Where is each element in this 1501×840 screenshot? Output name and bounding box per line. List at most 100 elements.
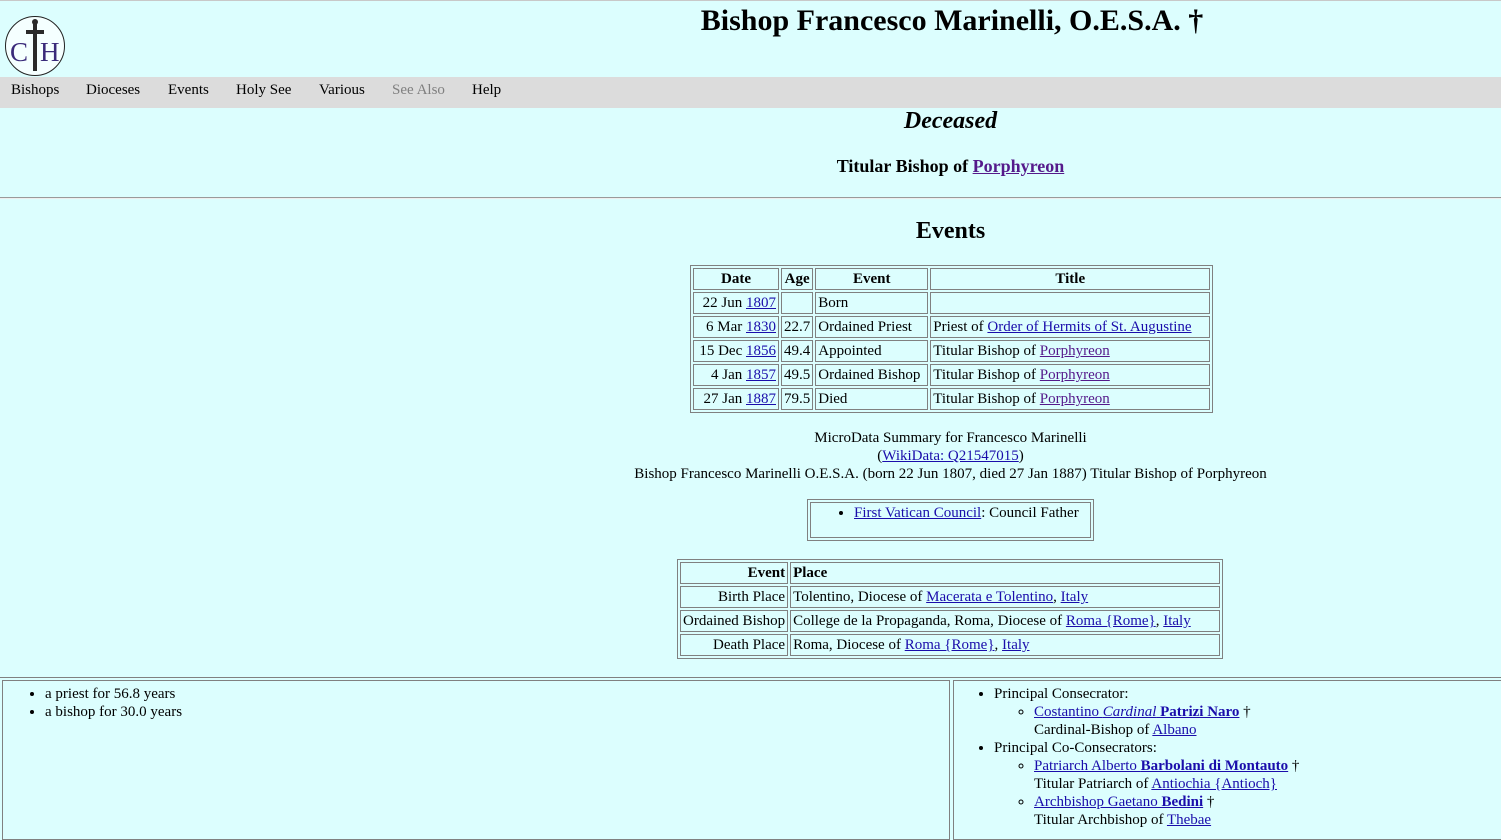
council-list: First Vatican Council: Council Father bbox=[811, 503, 1090, 522]
events-table: Date Age Event Title 22 Jun 1807 Born 6 … bbox=[690, 265, 1214, 413]
country-link[interactable]: Italy bbox=[1061, 589, 1089, 605]
event-name: Ordained Bishop bbox=[815, 364, 929, 386]
title-prefix: Priest of bbox=[933, 319, 988, 335]
co-consecrator-see-link[interactable]: Thebae bbox=[1167, 812, 1211, 828]
year-link[interactable]: 1857 bbox=[746, 367, 776, 383]
menu-bishops[interactable]: Bishops bbox=[11, 82, 59, 99]
table-row: 4 Jan 1857 49.5 Ordained Bishop Titular … bbox=[693, 364, 1211, 386]
table-row: 15 Dec 1856 49.4 Appointed Titular Bisho… bbox=[693, 340, 1211, 362]
bottom-section: a priest for 56.8 years a bishop for 30.… bbox=[0, 677, 1501, 840]
co-consecrator-first-name: Patriarch Alberto bbox=[1034, 758, 1141, 774]
date-text: 4 Jan bbox=[711, 367, 746, 383]
list-item: Archbishop Gaetano Bedini † Titular Arch… bbox=[1034, 793, 1501, 829]
site-logo[interactable]: C H bbox=[5, 16, 65, 76]
consecrator-link[interactable]: Costantino Cardinal Patrizi Naro bbox=[1034, 704, 1239, 720]
diocese-link[interactable]: Roma {Rome} bbox=[1066, 613, 1156, 629]
title-prefix: Titular Bishop of bbox=[933, 343, 1040, 359]
consecrator-first-name: Costantino bbox=[1034, 704, 1103, 720]
country-link[interactable]: Italy bbox=[1002, 637, 1030, 653]
title-link[interactable]: Porphyreon bbox=[1040, 367, 1110, 383]
svg-text:C: C bbox=[10, 37, 28, 67]
event-name: Born bbox=[815, 292, 929, 314]
menu-various[interactable]: Various bbox=[319, 82, 365, 99]
event-name: Appointed bbox=[815, 340, 929, 362]
consecrator-see-link[interactable]: Albano bbox=[1152, 722, 1196, 738]
titular-see-link[interactable]: Porphyreon bbox=[973, 156, 1065, 176]
year-link[interactable]: 1887 bbox=[746, 391, 776, 407]
events-heading: Events bbox=[915, 218, 986, 244]
title-link[interactable]: Porphyreon bbox=[1040, 391, 1110, 407]
event-title bbox=[930, 292, 1211, 314]
menu-see-also[interactable]: See Also bbox=[392, 82, 445, 99]
list-item: Costantino Cardinal Patrizi Naro † Cardi… bbox=[1034, 703, 1501, 739]
date-text: 27 Jan bbox=[703, 391, 746, 407]
year-link[interactable]: 1856 bbox=[746, 343, 776, 359]
wikidata-link[interactable]: WikiData: Q21547015 bbox=[882, 448, 1018, 464]
places-table: Event Place Birth Place Tolentino, Dioce… bbox=[677, 559, 1224, 659]
dagger-mark: † bbox=[1239, 704, 1251, 720]
microdata-description: Bishop Francesco Marinelli O.E.S.A. (bor… bbox=[634, 466, 1267, 482]
title-prefix: Titular Bishop of bbox=[933, 391, 1040, 407]
event-date: 22 Jun 1807 bbox=[693, 292, 779, 314]
col-date: Date bbox=[693, 268, 779, 290]
title-link[interactable]: Order of Hermits of St. Augustine bbox=[987, 319, 1191, 335]
council-role: : Council Father bbox=[981, 505, 1079, 521]
col-event: Event bbox=[680, 562, 789, 584]
place-value: Roma, Diocese of Roma {Rome}, Italy bbox=[790, 634, 1221, 656]
council-box: First Vatican Council: Council Father bbox=[807, 499, 1094, 541]
principal-consecrator-sublist: Costantino Cardinal Patrizi Naro † Cardi… bbox=[994, 703, 1501, 739]
year-link[interactable]: 1830 bbox=[746, 319, 776, 335]
table-row: 22 Jun 1807 Born bbox=[693, 292, 1211, 314]
country-link[interactable]: Italy bbox=[1163, 613, 1191, 629]
co-consecrators-item: Principal Co-Consecrators: Patriarch Alb… bbox=[994, 739, 1501, 829]
date-text: 15 Dec bbox=[699, 343, 746, 359]
co-consecrator-see-link[interactable]: Antiochia {Antioch} bbox=[1151, 776, 1277, 792]
event-date: 15 Dec 1856 bbox=[693, 340, 779, 362]
titular-prefix: Titular Bishop of bbox=[836, 156, 973, 176]
council-link[interactable]: First Vatican Council bbox=[854, 505, 981, 521]
co-consecrator-surname: Bedini bbox=[1161, 794, 1204, 810]
paren-close: ) bbox=[1018, 448, 1024, 464]
year-link[interactable]: 1807 bbox=[746, 295, 776, 311]
event-date: 4 Jan 1857 bbox=[693, 364, 779, 386]
consecrators-panel: Principal Consecrator: Costantino Cardin… bbox=[953, 680, 1501, 840]
col-place: Place bbox=[790, 562, 1221, 584]
principal-consecrator-label: Principal Consecrator: bbox=[994, 686, 1129, 702]
list-item: Patriarch Alberto Barbolani di Montauto … bbox=[1034, 757, 1501, 793]
list-item: a bishop for 30.0 years bbox=[45, 703, 949, 721]
event-age: 49.4 bbox=[781, 340, 814, 362]
co-consecrator-link[interactable]: Patriarch Alberto Barbolani di Montauto bbox=[1034, 758, 1288, 774]
places-header-row: Event Place bbox=[680, 562, 1221, 584]
title-link[interactable]: Porphyreon bbox=[1040, 343, 1110, 359]
place-prefix: College de la Propaganda, Roma, Diocese … bbox=[793, 613, 1066, 629]
menu-dioceses[interactable]: Dioceses bbox=[86, 82, 140, 99]
council-inner: First Vatican Council: Council Father bbox=[810, 502, 1091, 538]
consecrators-list: Principal Consecrator: Costantino Cardin… bbox=[954, 681, 1501, 829]
titular-title: Titular Bishop of Porphyreon bbox=[0, 156, 1501, 177]
svg-text:H: H bbox=[40, 37, 60, 67]
service-summary-list: a priest for 56.8 years a bishop for 30.… bbox=[3, 681, 949, 721]
status-deceased: Deceased bbox=[903, 108, 998, 134]
event-date: 6 Mar 1830 bbox=[693, 316, 779, 338]
event-title: Titular Bishop of Porphyreon bbox=[930, 388, 1211, 410]
divider bbox=[0, 197, 1501, 199]
cross-logo-icon: C H bbox=[10, 19, 60, 71]
place-value: Tolentino, Diocese of Macerata e Tolenti… bbox=[790, 586, 1221, 608]
cardinal-title: Cardinal bbox=[1102, 704, 1157, 720]
place-prefix: Tolentino, Diocese of bbox=[793, 589, 927, 605]
consecrator-title-prefix: Cardinal-Bishop of bbox=[1034, 722, 1153, 738]
menu-holy-see[interactable]: Holy See bbox=[236, 82, 291, 99]
diocese-link[interactable]: Macerata e Tolentino bbox=[926, 589, 1053, 605]
wikidata-line: (WikiData: Q21547015) bbox=[400, 447, 1501, 465]
event-name: Died bbox=[815, 388, 929, 410]
menu-events[interactable]: Events bbox=[168, 82, 209, 99]
title-prefix: Titular Bishop of bbox=[933, 367, 1040, 383]
event-title: Priest of Order of Hermits of St. August… bbox=[930, 316, 1211, 338]
diocese-link[interactable]: Roma {Rome} bbox=[905, 637, 995, 653]
co-consecrator-link[interactable]: Archbishop Gaetano Bedini bbox=[1034, 794, 1203, 810]
menu-help[interactable]: Help bbox=[472, 82, 501, 99]
microdata-summary: MicroData Summary for Francesco Marinell… bbox=[0, 429, 1501, 483]
top-border bbox=[0, 0, 1501, 1]
principal-consecrator-item: Principal Consecrator: Costantino Cardin… bbox=[994, 685, 1501, 739]
table-row: Birth Place Tolentino, Diocese of Macera… bbox=[680, 586, 1221, 608]
